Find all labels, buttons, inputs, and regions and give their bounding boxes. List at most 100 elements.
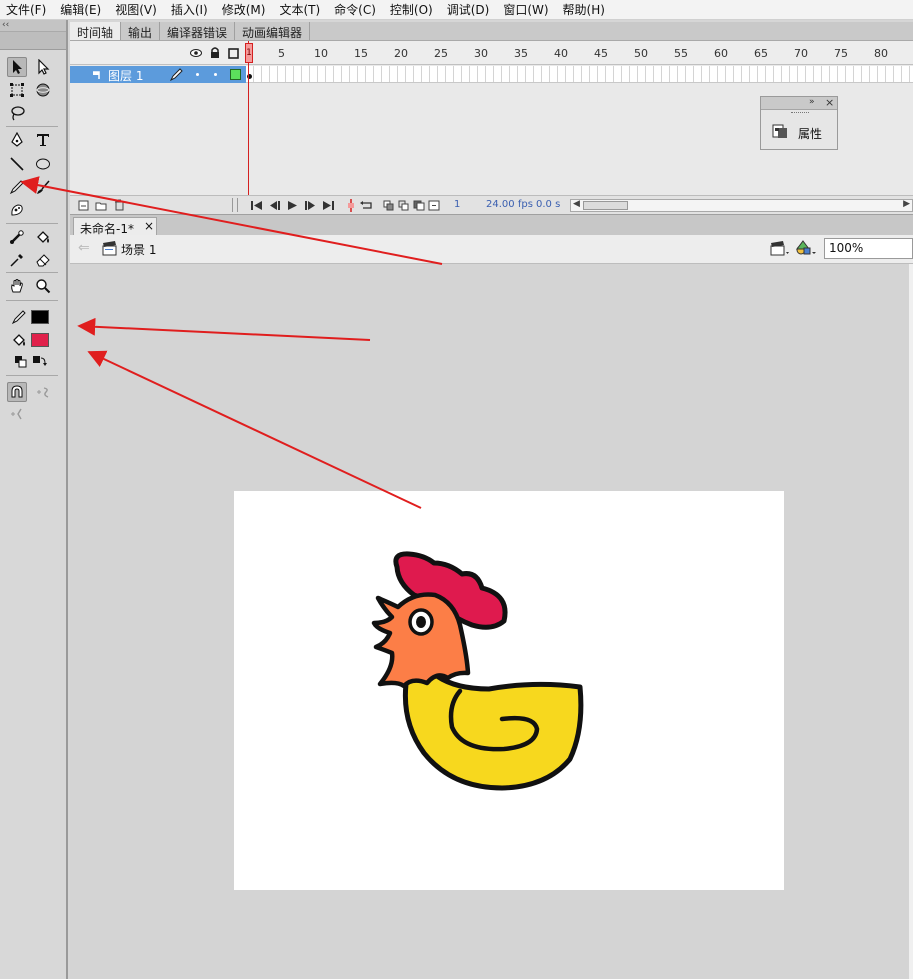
tab-motion-editor[interactable]: 动画编辑器 (235, 22, 311, 40)
playhead[interactable]: 1 (245, 43, 253, 63)
eyedropper-tool[interactable] (7, 250, 27, 270)
menu-edit[interactable]: 编辑(E) (54, 1, 109, 18)
zoom-select[interactable]: 100% (824, 238, 913, 259)
timeline-splitter[interactable] (232, 198, 238, 212)
menu-help[interactable]: 帮助(H) (557, 1, 613, 18)
close-icon[interactable]: × (825, 96, 834, 109)
frame-number[interactable]: 80 (874, 47, 888, 60)
deco-tool[interactable] (7, 200, 27, 220)
paint-bucket-tool[interactable] (33, 227, 53, 247)
next-frame-icon[interactable] (303, 200, 317, 211)
selection-tool[interactable] (7, 57, 27, 77)
new-folder-icon[interactable] (95, 200, 107, 211)
straighten-button[interactable] (7, 404, 27, 424)
eraser-tool[interactable] (33, 250, 53, 270)
tab-timeline[interactable]: 时间轴 (70, 22, 122, 40)
edit-multiple-frames-icon[interactable] (413, 200, 425, 211)
play-icon[interactable] (286, 200, 298, 211)
menu-view[interactable]: 视图(V) (109, 1, 165, 18)
pencil-tool[interactable] (7, 177, 27, 197)
menu-control[interactable]: 控制(O) (384, 1, 441, 18)
onion-skin-outlines-icon[interactable] (398, 200, 410, 211)
tools-collapse-button[interactable]: ‹‹ (0, 20, 66, 32)
first-frame-icon[interactable] (250, 200, 264, 211)
fill-color-tool[interactable] (9, 330, 29, 350)
tab-compiler-errors[interactable]: 编译器错误 (160, 22, 236, 40)
lasso-tool[interactable] (7, 103, 27, 123)
line-tool[interactable] (7, 154, 27, 174)
frame-number[interactable]: 5 (278, 47, 285, 60)
menu-text[interactable]: 文本(T) (273, 1, 328, 18)
visibility-dot[interactable] (196, 73, 199, 76)
edit-scene-icon[interactable] (770, 240, 790, 257)
lock-icon[interactable] (210, 47, 220, 58)
outline-color-box[interactable] (230, 69, 241, 80)
menu-debug[interactable]: 调试(D) (441, 1, 498, 18)
brush-tool[interactable] (33, 177, 53, 197)
frame-number[interactable]: 50 (634, 47, 648, 60)
onion-skin-icon[interactable] (383, 200, 395, 211)
fill-color-swatch[interactable] (31, 333, 49, 347)
stroke-color-tool[interactable] (9, 307, 29, 327)
modify-onion-markers-icon[interactable] (428, 200, 440, 211)
frame-number[interactable]: 45 (594, 47, 608, 60)
zoom-tool[interactable] (33, 276, 53, 296)
hand-tool[interactable] (7, 276, 27, 296)
lock-dot[interactable] (214, 73, 217, 76)
scrollbar-thumb[interactable] (583, 201, 628, 210)
vertical-scrollbar[interactable] (909, 264, 913, 979)
frame-number[interactable]: 20 (394, 47, 408, 60)
tools-grip[interactable] (0, 32, 66, 50)
center-frame-icon[interactable] (346, 199, 356, 212)
frame-number[interactable]: 65 (754, 47, 768, 60)
last-frame-icon[interactable] (321, 200, 335, 211)
stroke-color-swatch[interactable] (31, 310, 49, 324)
smooth-button[interactable] (33, 382, 53, 402)
document-tab[interactable]: 未命名-1* × (73, 217, 157, 236)
subselection-tool[interactable] (33, 57, 53, 77)
default-colors-button[interactable] (11, 352, 31, 372)
rooster-drawing[interactable] (234, 491, 784, 890)
pen-tool[interactable] (7, 130, 27, 150)
menu-modify[interactable]: 修改(M) (216, 1, 274, 18)
eye-icon[interactable] (190, 48, 202, 58)
frame-number[interactable]: 35 (514, 47, 528, 60)
previous-frame-icon[interactable] (268, 200, 282, 211)
frame-number[interactable]: 70 (794, 47, 808, 60)
properties-panel-titlebar[interactable]: » × (761, 96, 837, 110)
text-tool[interactable] (33, 130, 53, 150)
frame-number[interactable]: 10 (314, 47, 328, 60)
frame-number[interactable]: 60 (714, 47, 728, 60)
scroll-left-icon[interactable]: ◀ (573, 199, 580, 209)
properties-icon[interactable] (772, 124, 788, 139)
frames-row[interactable] (246, 66, 913, 83)
menu-insert[interactable]: 插入(I) (165, 1, 216, 18)
close-tab-icon[interactable]: × (144, 219, 154, 233)
outline-icon[interactable] (228, 48, 239, 59)
edit-symbols-icon[interactable] (795, 239, 817, 257)
timeline-horizontal-scrollbar[interactable]: ◀ ▶ (570, 199, 913, 212)
3d-rotation-tool[interactable] (33, 80, 53, 100)
scene-name[interactable]: 场景 1 (121, 241, 156, 258)
frame-number[interactable]: 15 (354, 47, 368, 60)
fps-readout[interactable]: 24.00 fps (486, 199, 533, 210)
loop-icon[interactable] (359, 200, 375, 211)
expand-icon[interactable]: » (809, 97, 815, 107)
stage-canvas[interactable] (234, 491, 784, 890)
frame-number[interactable]: 40 (554, 47, 568, 60)
menu-commands[interactable]: 命令(C) (328, 1, 384, 18)
frame-number[interactable]: 25 (434, 47, 448, 60)
frame-number[interactable]: 55 (674, 47, 688, 60)
snap-to-objects-toggle[interactable] (7, 382, 27, 402)
properties-label[interactable]: 属性 (798, 125, 822, 142)
menu-file[interactable]: 文件(F) (0, 1, 54, 18)
scroll-right-icon[interactable]: ▶ (903, 199, 910, 209)
swap-colors-button[interactable] (29, 352, 49, 372)
back-arrow-icon[interactable]: ⇐ (78, 240, 90, 256)
delete-layer-icon[interactable] (114, 199, 125, 211)
bone-tool[interactable] (7, 227, 27, 247)
layer-row[interactable]: 图层 1 (70, 66, 246, 83)
tab-output[interactable]: 输出 (121, 22, 161, 40)
free-transform-tool[interactable] (7, 80, 27, 100)
menu-window[interactable]: 窗口(W) (497, 1, 556, 18)
